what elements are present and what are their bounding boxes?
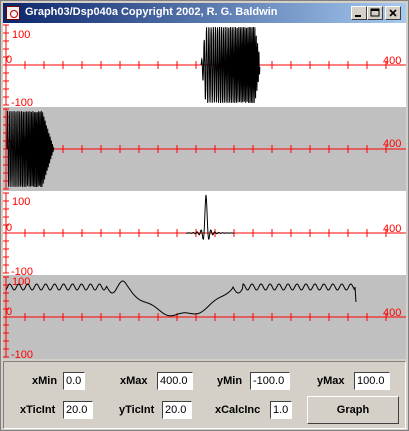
- title-bar[interactable]: Graph03/Dsp040a Copyright 2002, R. G. Ba…: [3, 3, 406, 23]
- xcalcinc-input[interactable]: [270, 401, 292, 419]
- xmax-input[interactable]: [157, 372, 193, 390]
- y-zero-label-4: 0: [6, 306, 12, 318]
- y-min-label-4: -100: [11, 349, 33, 359]
- xticint-label: xTicInt: [20, 404, 56, 416]
- y-zero-label-1: 0: [6, 54, 12, 66]
- xcalcinc-label: xCalcInc: [215, 404, 261, 416]
- yticint-input[interactable]: [162, 401, 192, 419]
- x-end-label-1: 400: [383, 55, 401, 67]
- y-min-label-1: -100: [11, 97, 33, 109]
- ymax-input[interactable]: [354, 372, 390, 390]
- x-end-label-4: 400: [383, 307, 401, 319]
- xmin-label: xMin: [32, 375, 58, 387]
- yticint-label: yTicInt: [119, 404, 155, 416]
- minimize-icon: [355, 15, 361, 17]
- ymin-label: yMin: [217, 375, 243, 387]
- y-max-label-3: 100: [12, 196, 30, 208]
- x-end-label-3: 400: [383, 223, 401, 235]
- control-panel: xMin xMax yMin yMax xTicInt yTicInt xCal…: [3, 361, 406, 429]
- ymin-input[interactable]: [250, 372, 290, 390]
- close-icon: [389, 9, 397, 17]
- app-window: Graph03/Dsp040a Copyright 2002, R. G. Ba…: [0, 0, 409, 431]
- maximize-button[interactable]: [367, 6, 383, 20]
- window-title: Graph03/Dsp040a Copyright 2002, R. G. Ba…: [25, 6, 278, 18]
- java-app-icon[interactable]: [6, 6, 20, 20]
- graph-button[interactable]: Graph: [307, 396, 399, 424]
- minimize-button[interactable]: [351, 6, 367, 20]
- xmax-label: xMax: [120, 375, 148, 387]
- xmin-input[interactable]: [63, 372, 85, 390]
- ymax-label: yMax: [317, 375, 345, 387]
- y-zero-label-3: 0: [6, 222, 12, 234]
- y-max-label-4: 100: [12, 276, 30, 288]
- plot-canvas: 100 0 -100 400 400 0 100 0 -100 400 100 …: [3, 23, 406, 359]
- x-end-label-2: 400: [383, 138, 401, 150]
- y-max-label-1: 100: [12, 29, 30, 41]
- maximize-icon: [370, 8, 380, 17]
- close-button[interactable]: [385, 6, 401, 20]
- xticint-input[interactable]: [63, 401, 93, 419]
